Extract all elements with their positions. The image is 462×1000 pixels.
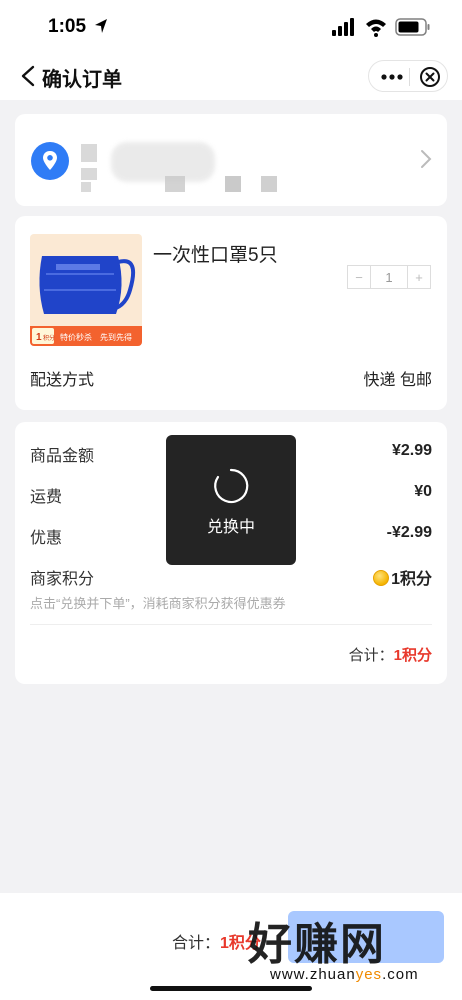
- signal-icon: [332, 18, 354, 36]
- product-title: 一次性口罩5只: [153, 245, 278, 266]
- coin-icon: [373, 570, 390, 586]
- location-pin-icon: [31, 142, 69, 180]
- wifi-icon: [366, 19, 386, 37]
- chevron-right-icon: [421, 150, 432, 168]
- mini-program-capsule: [368, 60, 448, 92]
- summary-total: 合计：1积分: [349, 644, 432, 665]
- product-image-badge-tag2: 先到先得: [100, 332, 132, 342]
- bottom-total-label: 合计：: [172, 935, 221, 952]
- discount-value: -¥2.99: [386, 524, 432, 541]
- page-title: 确认订单: [42, 69, 122, 91]
- product-card: 1 积分 特价秒杀 先到先得 一次性口罩5只 − 1 + 配送方式 快递 包邮: [15, 216, 447, 410]
- watermark-url: www.zhuanyes.com: [270, 966, 419, 983]
- product-image-badge-tag1: 特价秒杀: [60, 332, 92, 342]
- toast-text: 兑换中: [206, 519, 255, 536]
- quantity-stepper: − 1 +: [347, 265, 431, 289]
- quantity-minus-button[interactable]: −: [348, 266, 370, 288]
- goods-amount-value: ¥2.99: [391, 442, 432, 459]
- watermark-logo: 好赚网: [248, 920, 386, 969]
- bottom-bar: 合计：1积分: [0, 893, 462, 1000]
- loading-toast: 兑换中: [166, 435, 296, 565]
- battery-icon: [395, 18, 430, 36]
- quantity-value[interactable]: 1: [370, 266, 408, 288]
- home-indicator: [150, 986, 312, 991]
- merchant-points-value-wrap: 1积分: [373, 565, 432, 589]
- shipping-fee-value: ¥0: [414, 483, 432, 500]
- back-chevron-icon[interactable]: [18, 64, 40, 88]
- discount-label: 优惠: [30, 530, 63, 547]
- product-image-badge-points: 1: [36, 332, 42, 343]
- status-icons: [332, 18, 430, 37]
- watermark-url-suffix: .com: [382, 966, 419, 983]
- nav-bar: 确认订单: [0, 54, 462, 100]
- delivery-label: 配送方式: [30, 372, 95, 389]
- status-time: 1:05: [48, 16, 87, 37]
- capsule-divider: [409, 68, 410, 86]
- location-arrow-icon: [95, 19, 107, 33]
- summary-total-value: 1积分: [393, 647, 432, 664]
- quantity-plus-button[interactable]: +: [408, 266, 430, 288]
- points-hint: 点击“兑换并下单”，消耗商家积分获得优惠券: [30, 596, 286, 611]
- summary-total-label: 合计：: [348, 647, 394, 664]
- more-icon[interactable]: [379, 69, 405, 85]
- merchant-points-value: 1积分: [391, 571, 432, 588]
- merchant-points-label: 商家积分: [30, 571, 95, 588]
- summary-divider: [30, 624, 432, 625]
- watermark-url-prefix: www.zhuan: [270, 966, 356, 983]
- delivery-value: 快递 包邮: [363, 372, 432, 389]
- product-image-badge-unit: 积分: [43, 334, 55, 342]
- goods-amount-label: 商品金额: [30, 448, 95, 465]
- shipping-fee-label: 运费: [30, 489, 63, 506]
- product-image: 1 积分 特价秒杀 先到先得: [30, 234, 142, 346]
- address-card[interactable]: [15, 114, 447, 206]
- watermark-url-highlight: yes: [355, 966, 383, 983]
- loading-spinner-icon: [214, 468, 249, 504]
- close-icon[interactable]: [419, 66, 441, 88]
- status-bar: 1:05: [0, 0, 462, 54]
